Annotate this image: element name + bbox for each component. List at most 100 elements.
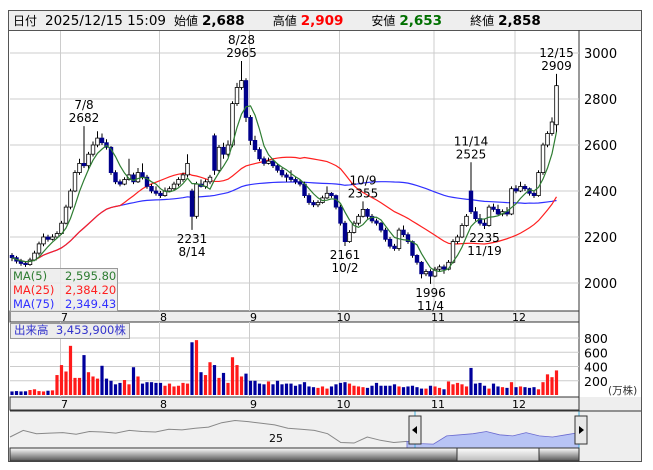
candle-up [324,192,330,199]
candle-down [275,165,280,171]
price-tick-label: 2600 [584,139,617,154]
month-label-top: 10 [337,311,351,324]
candle-up [72,172,78,192]
annotation-date: 8/28 [228,33,255,47]
month-label-bottom: 8 [160,398,167,411]
candle-down [9,254,15,259]
volume-bar [28,390,32,395]
volume-bar [473,383,478,395]
candle-down [284,174,289,178]
volume-bar [100,365,104,395]
volume-bar [428,385,433,395]
month-label-bottom: 9 [250,398,257,411]
candle-up [135,172,141,183]
candle-down [149,185,154,192]
volume-bar [320,386,325,395]
annotation-value: 2909 [541,59,572,73]
volume-bar [442,389,446,395]
volume-tick-label: 600 [584,345,608,360]
volume-bar [383,385,388,395]
volume-bar [104,378,109,395]
annotation-value: 2682 [69,111,100,125]
volume-bar [140,383,145,395]
volume-legend: 出来高 3,453,900株 [10,323,130,339]
scrollbar-thumb[interactable] [456,447,540,462]
volume-bar [163,385,167,395]
volume-bar [347,383,352,395]
volume-bar [122,380,127,395]
volume-bar [185,383,190,395]
candle-down [257,149,262,160]
volume-bar [536,389,541,395]
volume-bar [356,386,361,395]
ma75-value: 2,349.43 [65,297,117,311]
month-label-top: 9 [250,311,257,324]
candle-down [387,238,393,247]
candle-up [549,121,555,134]
candle-down [392,245,397,249]
range-handle-left[interactable] [408,415,422,445]
volume-bar [239,376,244,395]
candle-up [185,162,190,176]
volume-bar [262,384,266,395]
candle-down [491,206,496,210]
candle-down [495,208,501,215]
candle-down [374,220,379,224]
volume-tick-label: 400 [584,360,608,375]
volume-bar [392,384,397,395]
volume-bar [311,387,316,395]
volume-bar [77,377,82,395]
price-tick-label: 2200 [584,231,617,246]
volume-bar [437,387,442,395]
candle-up [77,162,82,173]
volume-bar [365,387,370,395]
volume-bar [113,384,118,395]
candle-down [468,190,474,213]
volume-bar [82,355,86,395]
volume-bar [235,365,239,395]
volume-bar [199,372,203,395]
candle-down [378,222,384,231]
ma5-value: 2,595.80 [65,269,117,283]
candle-up [176,179,181,185]
range-handle-right[interactable] [574,415,588,445]
volume-bar [532,387,536,395]
volume-bar [482,385,487,395]
candle-down [23,263,28,266]
candle-down [441,266,447,270]
volume-bar [55,375,59,395]
month-label-top: 11 [431,311,445,324]
volume-bar [226,382,230,395]
annotation-value: 2161 [330,248,361,262]
candle-up [41,236,46,245]
candle-down [279,169,285,176]
volume-bar [284,383,289,395]
volume-bar [433,386,437,395]
candle-up [194,183,199,217]
volume-bar [406,386,410,395]
volume-bar [361,387,365,395]
candle-up [239,80,244,88]
candle-up [167,188,172,192]
volume-bar [37,391,41,395]
volume-bar [208,362,212,395]
annotation-value: 2231 [177,232,208,246]
ma-legend: MA(5) 2,595.80 MA(25) 2,384.20 MA(75) 2,349… [10,268,118,312]
volume-bar [50,390,55,395]
ma75-label: MA(75) [13,297,55,311]
annotation-value: 1996 [415,286,446,300]
volume-bar [379,385,383,395]
volume-bar [514,387,518,395]
candle-up [180,174,186,180]
candle-down [99,137,105,144]
candle-down [338,206,343,224]
candle-up [545,133,550,146]
candle-down [531,192,537,197]
annotation-date: 10/9 [350,173,377,187]
candle-up [68,190,73,208]
volume-bar [374,382,379,395]
candle-down [419,261,424,275]
volume-bar [221,372,226,395]
volume-bar [257,383,262,395]
volume-bar [95,378,100,395]
